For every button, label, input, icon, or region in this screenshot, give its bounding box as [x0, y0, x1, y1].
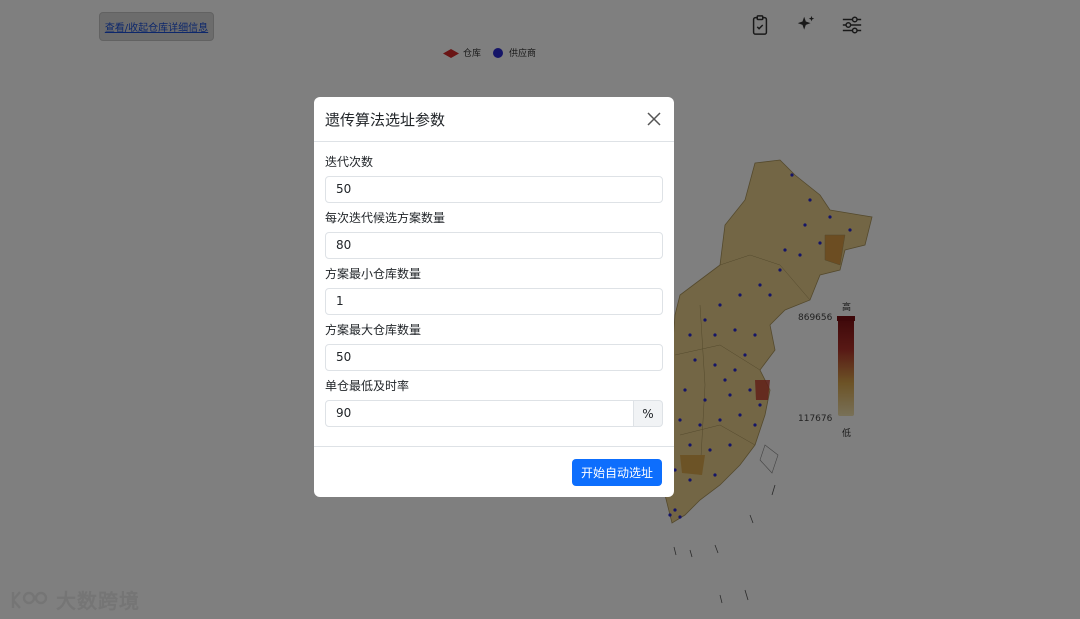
page-root: 查看/收起仓库详细信息 仓库	[0, 0, 1080, 619]
min-timeliness-input[interactable]: 90	[325, 400, 634, 427]
min-warehouses-label: 方案最小仓库数量	[325, 267, 422, 281]
close-button[interactable]	[644, 109, 664, 129]
modal-body: 迭代次数 50 每次迭代候选方案数量 80 方案最小仓库数量 1 方案最大仓库数…	[314, 142, 674, 427]
min-timeliness-label: 单仓最低及时率	[325, 379, 410, 393]
modal-footer: 开始自动选址	[314, 446, 674, 497]
iterations-input[interactable]: 50	[325, 176, 663, 203]
candidates-per-iteration-input[interactable]: 80	[325, 232, 663, 259]
modal-header: 遗传算法选址参数	[314, 97, 674, 142]
ga-params-modal: 遗传算法选址参数 迭代次数 50 每次迭代候选方案数量 80 方案最小仓库数量 …	[314, 97, 674, 497]
iterations-label: 迭代次数	[325, 155, 374, 169]
start-auto-selection-button[interactable]: 开始自动选址	[571, 458, 662, 486]
percent-addon: %	[634, 400, 663, 427]
candidates-per-iteration-label: 每次迭代候选方案数量	[325, 211, 446, 225]
modal-title: 遗传算法选址参数	[325, 110, 446, 129]
min-warehouses-input[interactable]: 1	[325, 288, 663, 315]
close-icon	[647, 112, 661, 126]
max-warehouses-label: 方案最大仓库数量	[325, 323, 422, 337]
max-warehouses-input[interactable]: 50	[325, 344, 663, 371]
min-timeliness-group: 90 %	[325, 400, 663, 427]
